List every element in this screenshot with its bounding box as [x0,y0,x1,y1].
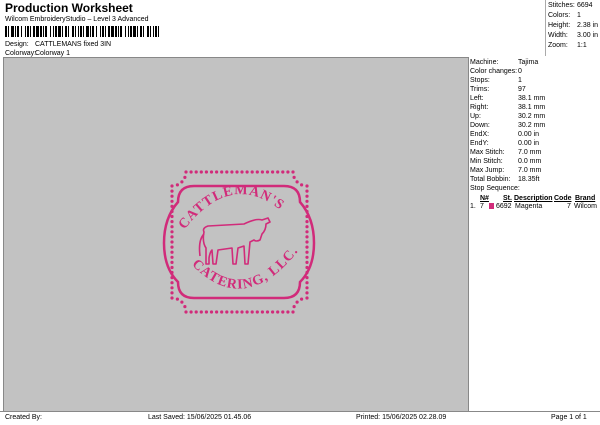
row-stitches: 6692 [496,203,512,210]
spec-value: 0.00 in [518,131,540,138]
spec-value: Tajima [518,59,539,66]
spec-row: Stops: 1 [470,77,522,84]
summary-value: 1 [577,12,581,19]
embroidery-logo: CATTLEMAN'S CATERING, LLC. [162,170,316,314]
summary-value: 3.00 in [577,32,599,39]
summary-value: 1:1 [577,42,587,49]
summary-label: Stitches: [548,2,575,9]
spec-value: 30.2 mm [518,113,546,120]
spec-label: Machine: [470,59,499,66]
spec-label: Min Stitch: [470,158,503,165]
colorway-row: Colorway:Colorway 1 [5,50,70,57]
summary-label: Height: [548,22,571,29]
col-code: Code [554,195,572,202]
summary-label: Width: [548,32,568,39]
spec-value: 18.35ft [518,176,540,183]
spec-label: Max Jump: [470,167,505,174]
col-brand: Brand [575,195,596,202]
footer: Created By: Last Saved: 15/06/2025 01.45… [0,411,600,425]
summary-row: Stitches: 6694 [548,2,593,9]
spec-value: 38.1 mm [518,104,546,111]
spec-value: 0.00 in [518,140,540,147]
stop-sequence-title: Stop Sequence: [470,185,520,192]
design-row: Design: CATTLEMANS fixed 3IN [5,41,111,48]
colorway-label: Colorway: [5,50,37,57]
spec-row: Right: 38.1 mm [470,104,545,111]
summary-row: Height: 2.38 in [548,22,598,29]
cow-icon [198,217,271,265]
spec-value: 0.0 mm [518,158,542,165]
spec-label: Total Bobbin: [470,176,511,183]
row-brand: Wilcom [574,203,597,210]
spec-label: EndX: [470,131,490,138]
footer-created-by: Created By: [5,414,42,421]
spec-row: Color changes:0 [470,68,522,75]
spec-label: Color changes: [470,68,518,75]
footer-last-saved: Last Saved: 15/06/2025 01.45.06 [148,414,252,421]
spec-row: Min Stitch: 0.0 mm [470,158,541,165]
spec-value: 1 [518,77,522,84]
design-label: Design: [5,41,29,48]
spec-value: 97 [518,86,526,93]
colorway-value: Colorway 1 [35,50,71,57]
summary-value: 6694 [577,2,593,9]
summary-value: 2.38 in [577,22,599,29]
row-needle: 7 [480,203,484,210]
summary-label: Zoom: [548,42,568,49]
spec-row: EndX: 0.00 in [470,131,539,138]
spec-value: 30.2 mm [518,122,546,129]
spec-value: 7.0 mm [518,167,542,174]
spec-label: Down: [470,122,490,129]
summary-row: Width: 3.00 in [548,32,598,39]
spec-label: Left: [470,95,484,102]
page-title: Production Worksheet [5,1,133,15]
spec-row: Left: 38.1 mm [470,95,545,102]
col-stitches: St. [503,195,512,202]
col-needle: N# [480,195,489,202]
spec-label: Right: [470,104,489,111]
spec-label: Stops: [470,77,490,84]
spec-row: Trims: 97 [470,86,526,93]
design-value: CATTLEMANS fixed 3IN [35,41,112,48]
spec-row: Max Jump: 7.0 mm [470,167,541,174]
spec-row: Machine: Tajima [470,59,538,66]
spec-label: Max Stitch: [470,149,505,156]
spec-value: 0 [518,68,522,75]
color-swatch [489,203,494,209]
footer-printed: Printed: 15/06/2025 02.28.09 [356,414,447,421]
spec-label: EndY: [470,140,489,147]
spec-row: Up: 30.2 mm [470,113,545,120]
summary-row: Zoom: 1:1 [548,42,587,49]
spec-row: EndY: 0.00 in [470,140,539,147]
row-number: 1. [470,203,476,210]
spec-label: Up: [470,113,481,120]
summary-row: Colors: 1 [548,12,581,19]
barcode [5,26,159,37]
row-code: 7 [567,203,571,210]
row-description: Magenta [515,203,543,210]
spec-label: Trims: [470,86,490,93]
spec-row: Down: 30.2 mm [470,122,545,129]
spec-value: 7.0 mm [518,149,542,156]
design-preview: CATTLEMAN'S CATERING, LLC. [3,57,469,412]
col-description: Description [514,195,553,202]
software-subtitle: Wilcom EmbroideryStudio – Level 3 Advanc… [5,16,149,23]
spec-row: Total Bobbin: 18.35ft [470,176,539,183]
summary-label: Colors: [548,12,571,19]
spec-value: 38.1 mm [518,95,546,102]
footer-page: Page 1 of 1 [551,414,587,421]
spec-row: Max Stitch: 7.0 mm [470,149,541,156]
